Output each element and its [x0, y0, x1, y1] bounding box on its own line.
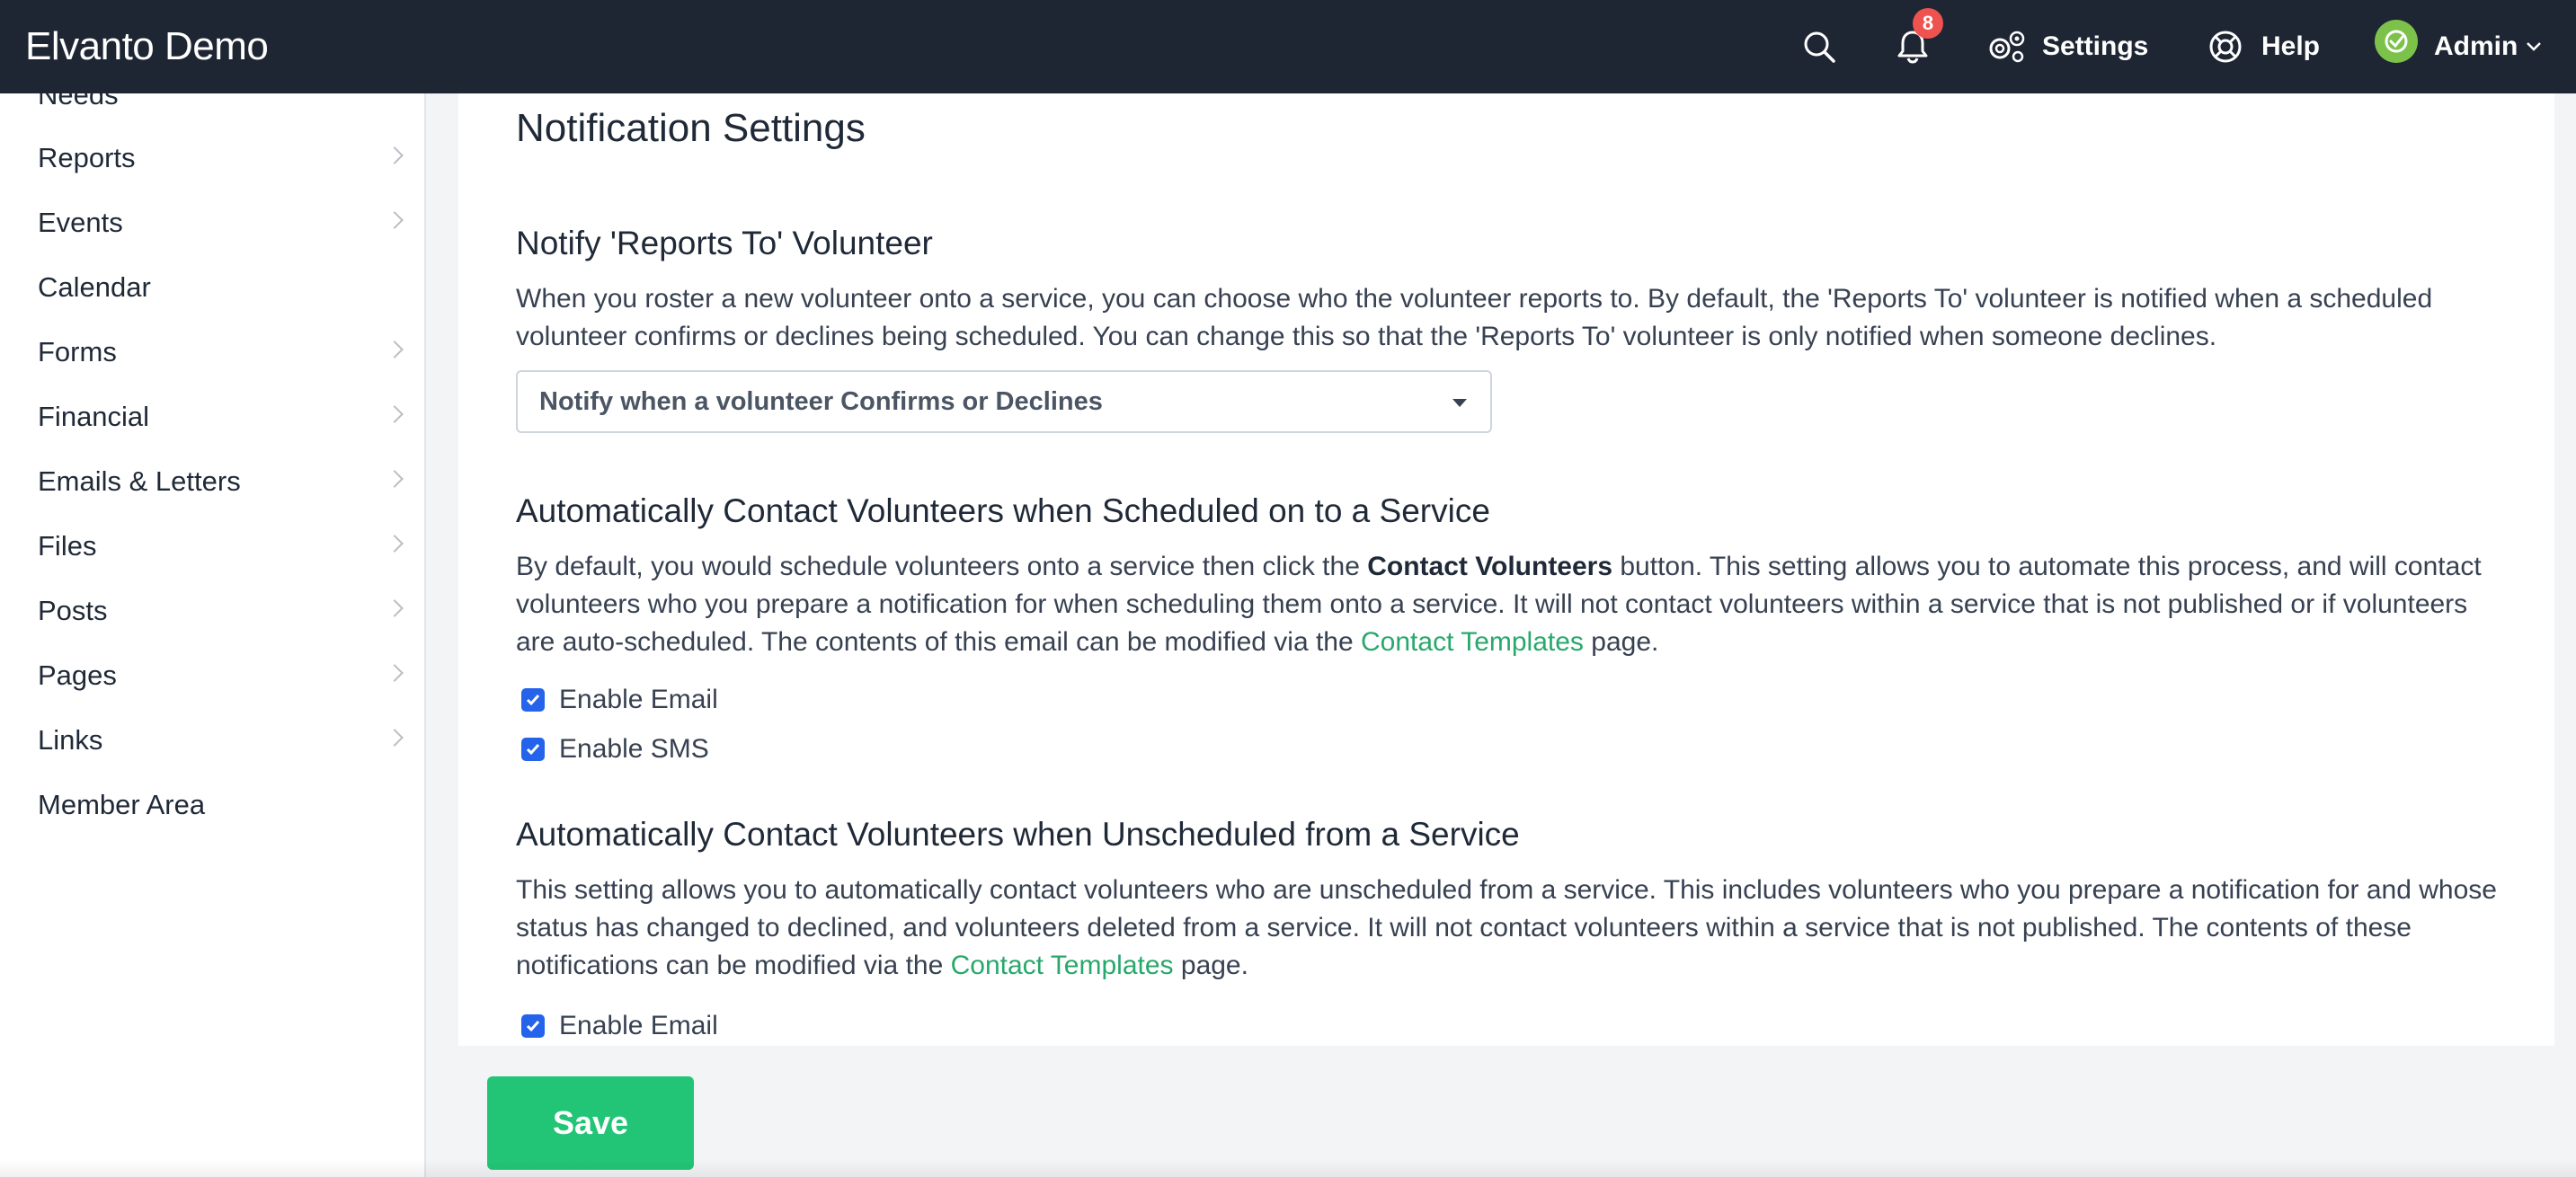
user-menu[interactable]: Admin [2434, 0, 2518, 93]
page-title: Notification Settings [516, 106, 866, 150]
description-text: By default, you would schedule volunteer… [516, 552, 1368, 581]
checkbox-label: Enable Email [559, 1011, 718, 1040]
sidebar-item-pages[interactable]: Pages [0, 643, 424, 708]
sidebar-item-label: Member Area [38, 789, 206, 820]
sidebar-item-label: Pages [38, 659, 117, 691]
chevron-right-icon [386, 341, 404, 358]
section-description-unscheduled: This setting allows you to automatically… [516, 872, 2502, 985]
sidebar-item-financial[interactable]: Financial [0, 385, 424, 449]
sidebar-item-label: Calendar [38, 271, 151, 303]
section-title-unscheduled: Automatically Contact Volunteers when Un… [516, 816, 1520, 853]
contact-templates-link[interactable]: Contact Templates [951, 951, 1174, 980]
search-icon[interactable] [1799, 0, 1839, 93]
sidebar: Needs Reports Events Calendar Forms Fina… [0, 93, 426, 1177]
section-description-scheduled: By default, you would schedule volunteer… [516, 548, 2502, 661]
notification-badge: 8 [1913, 8, 1943, 39]
chevron-right-icon [386, 599, 404, 617]
chevron-right-icon [386, 664, 404, 682]
unscheduled-enable-email[interactable]: Enable Email [521, 1006, 718, 1046]
sidebar-item-files[interactable]: Files [0, 514, 424, 579]
chevron-right-icon [386, 535, 404, 553]
top-navigation-bar: Elvanto Demo 8 Settings Help Admin [0, 0, 2576, 93]
chevron-right-icon [386, 146, 404, 164]
sidebar-item-emails-letters[interactable]: Emails & Letters [0, 449, 424, 514]
sidebar-item-label: Forms [38, 336, 117, 367]
lifebuoy-icon[interactable] [2207, 0, 2243, 93]
caret-down-icon [1452, 399, 1467, 407]
sidebar-item-label: Reports [38, 142, 136, 173]
reports-to-notify-select[interactable]: Notify when a volunteer Confirms or Decl… [516, 370, 1492, 433]
sidebar-item-calendar[interactable]: Calendar [0, 255, 424, 320]
bottom-shadow [0, 1159, 2576, 1177]
scheduled-enable-email[interactable]: Enable Email [521, 680, 718, 720]
app-title[interactable]: Elvanto Demo [25, 0, 269, 93]
description-text: page. [1583, 627, 1659, 657]
sidebar-item-links[interactable]: Links [0, 708, 424, 773]
chevron-right-icon [386, 729, 404, 747]
save-button[interactable]: Save [487, 1076, 694, 1170]
form-footer: Save [458, 1046, 2554, 1177]
scheduled-enable-sms[interactable]: Enable SMS [521, 730, 709, 769]
sidebar-item-label: Files [38, 530, 97, 562]
sidebar-item-posts[interactable]: Posts [0, 579, 424, 643]
section-description-reports-to: When you roster a new volunteer onto a s… [516, 284, 2433, 351]
sidebar-item-label: Events [38, 207, 123, 238]
help-link[interactable]: Help [2261, 0, 2320, 93]
chevron-right-icon [386, 211, 404, 229]
chevron-down-icon[interactable] [2524, 0, 2544, 93]
main-content: Notification Settings Notify 'Reports To… [458, 93, 2554, 1046]
checkbox-checked[interactable] [521, 688, 545, 712]
sidebar-item-label: Links [38, 724, 103, 756]
sidebar-item-label: Financial [38, 401, 150, 432]
sidebar-item-label: Needs [38, 93, 119, 111]
checkbox-label: Enable Email [559, 685, 718, 714]
section-title-reports-to: Notify 'Reports To' Volunteer [516, 225, 933, 261]
sidebar-item-events[interactable]: Events [0, 190, 424, 255]
avatar[interactable] [2375, 20, 2418, 63]
gear-icon[interactable] [1985, 0, 2028, 93]
sidebar-item-label: Emails & Letters [38, 465, 241, 497]
section-title-scheduled: Automatically Contact Volunteers when Sc… [516, 492, 1490, 529]
description-text: This setting allows you to automatically… [516, 875, 2497, 980]
sidebar-item-reports[interactable]: Reports [0, 126, 424, 190]
chevron-right-icon [386, 470, 404, 488]
contact-volunteers-emphasis: Contact Volunteers [1367, 552, 1613, 581]
checkbox-checked[interactable] [521, 1014, 545, 1038]
settings-link[interactable]: Settings [2042, 0, 2148, 93]
sidebar-item-member-area[interactable]: Member Area [0, 773, 424, 837]
description-text: page. [1173, 951, 1248, 980]
sidebar-item-needs[interactable]: Needs [0, 93, 424, 128]
sidebar-item-forms[interactable]: Forms [0, 320, 424, 385]
contact-templates-link[interactable]: Contact Templates [1361, 627, 1584, 657]
chevron-right-icon [386, 405, 404, 423]
sidebar-item-label: Posts [38, 595, 108, 626]
checkbox-label: Enable SMS [559, 734, 709, 764]
select-value: Notify when a volunteer Confirms or Decl… [539, 386, 1103, 416]
checkbox-checked[interactable] [521, 738, 545, 761]
